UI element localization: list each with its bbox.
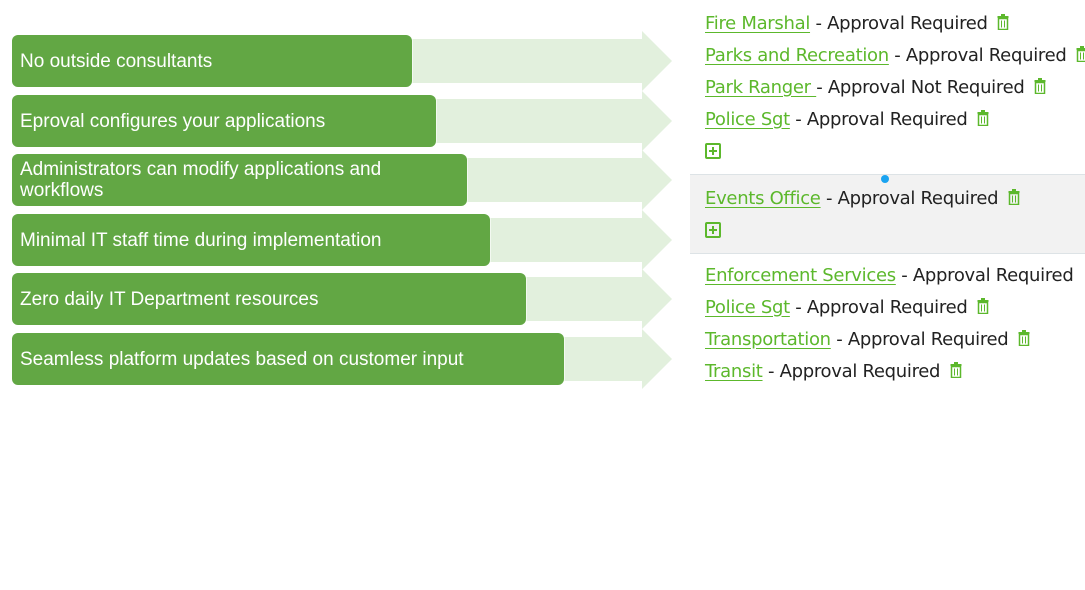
arrow-shape — [410, 31, 676, 91]
approval-status: - Approval Required — [826, 188, 999, 209]
arrow-shape — [464, 150, 676, 210]
approval-status: - Approval Required — [836, 329, 1009, 350]
approval-status: - Approval Required — [795, 109, 968, 130]
approval-item: Police Sgt - Approval Required — [705, 296, 989, 320]
approval-status: - Approval Required — [795, 297, 968, 318]
department-link[interactable]: Police Sgt — [705, 109, 790, 130]
approval-panel: Fire Marshal - Approval Required Parks a… — [690, 0, 1085, 400]
approval-item: Police Sgt - Approval Required — [705, 108, 989, 132]
department-link[interactable]: Transportation — [705, 329, 831, 350]
arrow-shape — [488, 210, 676, 270]
trash-icon[interactable] — [977, 110, 989, 126]
benefit-box: Administrators can modify applications a… — [12, 154, 467, 206]
trash-icon[interactable] — [1008, 189, 1020, 205]
approval-item: Park Ranger - Approval Not Required — [705, 76, 1046, 100]
benefits-diagram: No outside consultants Eproval configure… — [0, 0, 690, 400]
department-link[interactable]: Police Sgt — [705, 297, 790, 318]
approval-status: - Approval Required — [767, 361, 941, 382]
department-link[interactable]: Park Ranger — [705, 77, 816, 98]
approval-item: Parks and Recreation - Approval Required — [705, 44, 1085, 68]
cursor-indicator — [881, 175, 889, 183]
trash-icon[interactable] — [950, 362, 962, 378]
benefit-box: Eproval configures your applications — [12, 95, 436, 147]
arrow-shape — [522, 269, 676, 329]
department-link[interactable]: Fire Marshal — [705, 13, 810, 34]
approval-item: Events Office - Approval Required — [705, 187, 1020, 211]
department-link[interactable]: Enforcement Services — [705, 265, 896, 286]
approval-group-selected: Events Office - Approval Required — [690, 174, 1085, 254]
trash-icon[interactable] — [1034, 78, 1046, 94]
approval-status: - Approval Not Required — [816, 77, 1025, 98]
approval-item: Enforcement Services - Approval Required — [705, 264, 1074, 288]
trash-icon[interactable] — [997, 14, 1009, 30]
approval-group: Fire Marshal - Approval Required Parks a… — [690, 0, 1085, 172]
department-link[interactable]: Transit — [705, 361, 763, 382]
approval-status: - Approval Required — [815, 13, 988, 34]
approval-item: Transit - Approval Required — [705, 360, 962, 384]
trash-icon[interactable] — [977, 298, 989, 314]
department-link[interactable]: Events Office — [705, 188, 821, 209]
add-button[interactable] — [705, 222, 721, 238]
approval-group: Enforcement Services - Approval Required… — [690, 254, 1085, 394]
approval-item: Transportation - Approval Required — [705, 328, 1030, 352]
benefit-box: Minimal IT staff time during implementat… — [12, 214, 490, 266]
add-button[interactable] — [705, 143, 721, 159]
approval-status: - Approval Required — [901, 265, 1074, 286]
benefit-box: No outside consultants — [12, 35, 412, 87]
arrow-shape — [432, 91, 676, 151]
department-link[interactable]: Parks and Recreation — [705, 45, 889, 66]
benefit-box: Zero daily IT Department resources — [12, 273, 526, 325]
trash-icon[interactable] — [1018, 330, 1030, 346]
benefit-box: Seamless platform updates based on custo… — [12, 333, 564, 385]
arrow-shape — [560, 329, 676, 389]
trash-icon[interactable] — [1076, 46, 1085, 62]
approval-status: - Approval Required — [894, 45, 1067, 66]
approval-item: Fire Marshal - Approval Required — [705, 12, 1009, 36]
